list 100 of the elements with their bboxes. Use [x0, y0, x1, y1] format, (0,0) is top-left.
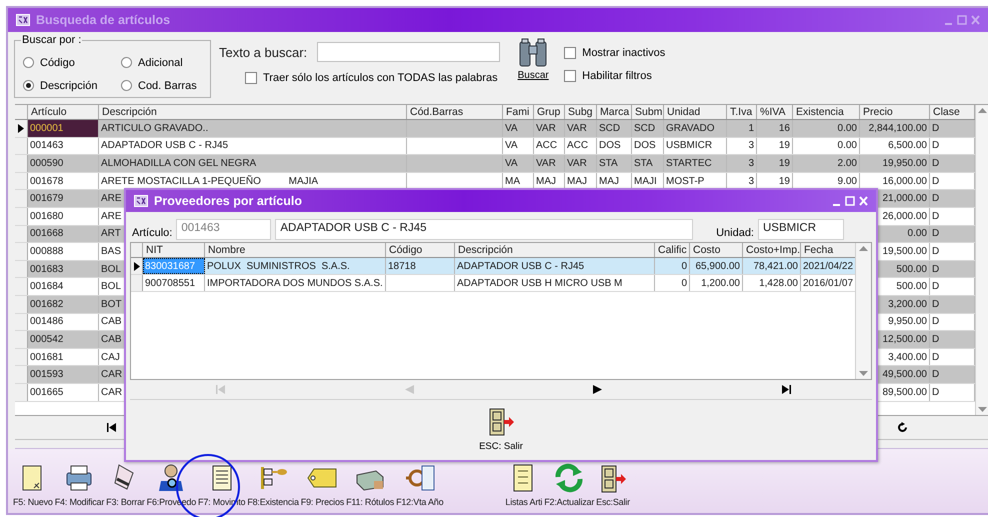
radio-option[interactable]: Código	[23, 51, 121, 74]
table-cell: 001680	[28, 208, 99, 225]
table-row[interactable]: 900708551 IMPORTADORA DOS MUNDOS S.A.S. ADAPTADOR USB H MICRO USB M 0 1,200.00 1,428.00 2016/01/07	[131, 275, 855, 292]
table-cell: 78,421.00	[743, 258, 801, 274]
radio-circle[interactable]	[23, 80, 34, 91]
column-header[interactable]: Cód.Barras	[407, 105, 503, 119]
toolbar-button[interactable]: Listas Arti	[504, 463, 544, 507]
unit-field[interactable]: USBMICR	[758, 219, 844, 240]
column-header[interactable]: Subg	[565, 105, 597, 119]
table-cell: ACC	[534, 138, 565, 154]
window-controls-icon[interactable]	[832, 196, 868, 206]
column-header[interactable]: Existencia	[793, 105, 860, 119]
radio-option[interactable]: Descripción	[23, 74, 121, 97]
checkbox[interactable]	[245, 72, 257, 84]
row-indicator[interactable]	[131, 258, 143, 274]
table-cell: ADAPTADOR USB C - RJ45	[455, 258, 655, 274]
window-controls-icon[interactable]	[944, 15, 980, 25]
table-row[interactable]: 001463 ADAPTADOR USB C - RJ45 VA ACC ACC DOS DOS USBMICR 3 19 0.00 6,500.00 D	[15, 138, 975, 156]
column-header[interactable]: Marca	[597, 105, 632, 119]
search-field[interactable]	[317, 42, 500, 62]
table-cell: DOS	[632, 138, 664, 154]
column-header[interactable]: Precio	[860, 105, 930, 119]
column-header[interactable]: Fami	[503, 105, 534, 119]
column-header[interactable]: Descripción	[455, 243, 655, 257]
row-indicator[interactable]	[15, 120, 28, 137]
table-cell: VAR	[534, 120, 565, 137]
table-cell: 2,844,100.00	[860, 120, 930, 137]
exit-button[interactable]: ESC: Salir	[477, 406, 525, 454]
table-cell: 000590	[28, 155, 99, 172]
radio-circle[interactable]	[121, 80, 132, 91]
checkbox-option[interactable]: Habilitar filtros	[564, 70, 666, 82]
table-row[interactable]: 830031687 POLUX SUMINISTROS S.A.S. 18718 ADAPTADOR USB C - RJ45 0 65,900.00 78,421.00 2021/04/22	[131, 258, 855, 275]
table-cell: VA	[503, 120, 534, 137]
toolbar-button[interactable]: Esc:Salir	[595, 465, 631, 507]
first-record-icon[interactable]	[107, 423, 117, 432]
table-cell: 19	[757, 138, 793, 154]
column-header[interactable]: Subm	[632, 105, 664, 119]
search-text-label: Texto a buscar:	[219, 44, 308, 60]
article-code-field[interactable]: 001463	[176, 219, 272, 240]
table-cell: 2.00	[793, 155, 860, 172]
table-cell: VAR	[534, 155, 565, 172]
column-header[interactable]: %IVA	[757, 105, 793, 119]
checkbox-option[interactable]: Traer sólo los artículos con TODAS las palabras	[245, 72, 500, 84]
table-cell: 65,900.00	[690, 258, 743, 274]
table-cell: 830031687	[143, 258, 205, 274]
field-label: Unidad:	[716, 227, 754, 240]
table-cell: STA	[597, 155, 632, 172]
table-cell: GRAVADO	[664, 120, 727, 137]
table-row[interactable]: 000001 ARTICULO GRAVADO.. VA VAR VAR SCD SCD GRAVADO 1 16 0.00 2,844,100.00 D	[15, 120, 975, 138]
table-cell: 1,428.00	[743, 275, 801, 291]
table-cell: 19	[757, 155, 793, 172]
search-button[interactable]: Buscar	[510, 38, 556, 81]
toolbar-button[interactable]: F3: Borrar	[105, 463, 146, 507]
column-header[interactable]: Código	[386, 243, 455, 257]
toolbar-button[interactable]: F4: Modificar	[54, 463, 106, 507]
column-header[interactable]: Calific	[655, 243, 690, 257]
toolbar-button[interactable]: F2:Actualizar	[543, 463, 596, 507]
toolbar-button[interactable]: F5: Nuevo	[12, 463, 54, 507]
column-header[interactable]: Grup	[534, 105, 565, 119]
scroll-up-icon[interactable]	[978, 108, 986, 113]
column-header[interactable]: Costo	[690, 243, 743, 257]
table-cell: POLUX SUMINISTROS S.A.S.	[205, 258, 386, 274]
scroll-up-icon[interactable]	[859, 246, 868, 251]
table-cell: 3	[727, 155, 757, 172]
table-cell: 16	[757, 120, 793, 137]
table-cell: DOS	[597, 138, 632, 154]
checkbox[interactable]	[564, 47, 576, 59]
column-header[interactable]: Artículo	[28, 105, 99, 119]
column-header[interactable]: Unidad	[664, 105, 727, 119]
column-header[interactable]: NIT	[143, 243, 205, 257]
toolbar-button[interactable]: F11: Rótulos	[345, 463, 396, 507]
table-row[interactable]: 000590 ALMOHADILLA CON GEL NEGRA VA VAR VAR STA STA STARTEC 3 19 2.00 19,950.00 D	[15, 155, 975, 173]
checkbox[interactable]	[564, 70, 576, 82]
table-cell: VA	[503, 138, 534, 154]
toolbar-button[interactable]: F9: Precios	[300, 463, 346, 507]
scroll-down-icon[interactable]	[978, 407, 986, 412]
dialog-title: Proveedores por artículo	[154, 194, 303, 208]
column-header[interactable]: Descripción	[99, 105, 407, 119]
toolbar-button[interactable]: F8:Existencia	[246, 463, 300, 507]
last-record-icon[interactable]	[782, 385, 792, 394]
radio-circle[interactable]	[121, 57, 132, 68]
column-header[interactable]: Nombre	[205, 243, 386, 257]
app-icon	[16, 14, 30, 26]
checkbox-option[interactable]: Mostrar inactivos	[564, 47, 666, 59]
toolbar-button[interactable]: F12:Vta Año	[395, 463, 444, 507]
table-cell: 0	[655, 275, 690, 291]
table-cell: 19,950.00	[860, 155, 930, 172]
scrollbar[interactable]	[855, 243, 871, 379]
table-cell: 0	[655, 258, 690, 274]
scrollbar[interactable]	[975, 105, 988, 415]
radio-option[interactable]: Cod. Barras	[121, 74, 217, 97]
refresh-icon[interactable]	[897, 422, 908, 433]
table-cell: 000888	[28, 243, 99, 260]
column-header[interactable]: T.Iva	[727, 105, 757, 119]
radio-circle[interactable]	[23, 57, 34, 68]
column-header[interactable]: Costo+Imp.	[743, 243, 801, 257]
scroll-down-icon[interactable]	[859, 371, 868, 376]
radio-option[interactable]: Adicional	[121, 51, 217, 74]
article-description-field[interactable]: ADAPTADOR USB C - RJ45	[275, 219, 694, 240]
table-cell: STARTEC	[664, 155, 727, 172]
